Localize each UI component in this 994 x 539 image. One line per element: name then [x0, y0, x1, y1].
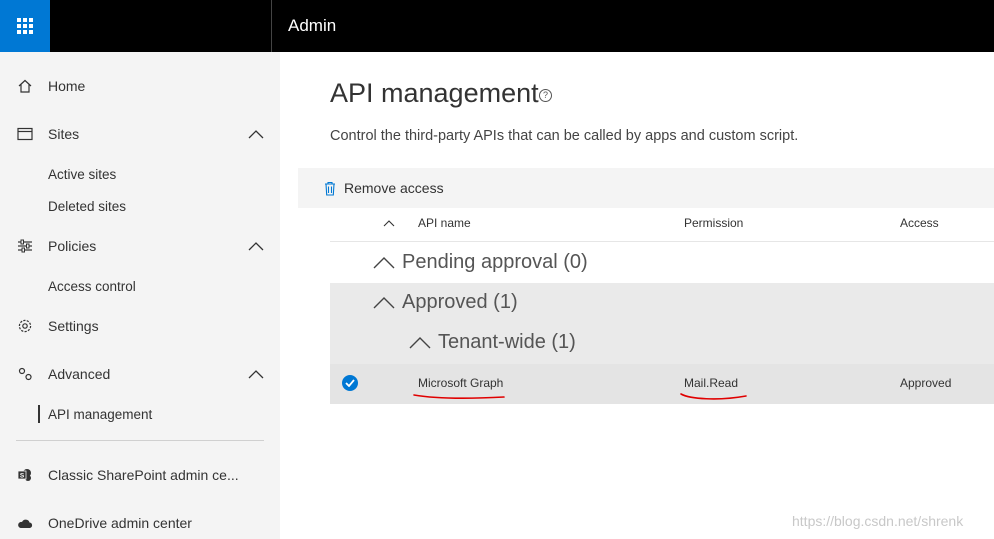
- group-label: Approved (1): [402, 291, 518, 313]
- group-label: Pending approval (0): [402, 251, 588, 273]
- sidebar-item-label: Advanced: [48, 366, 111, 382]
- sidebar-item-label: Settings: [48, 318, 99, 334]
- command-bar: Remove access: [298, 168, 994, 208]
- collapse-all-chevron-icon[interactable]: [382, 218, 396, 228]
- chevron-up-icon: [373, 256, 395, 268]
- column-header-permission[interactable]: Permission: [684, 216, 743, 230]
- remove-access-button[interactable]: Remove access: [324, 178, 444, 198]
- sidebar-item-deleted-sites[interactable]: Deleted sites: [0, 192, 280, 220]
- group-label: Tenant-wide (1): [438, 331, 576, 353]
- app-title[interactable]: Admin: [288, 16, 336, 36]
- sidebar-item-label: Home: [48, 78, 86, 94]
- sidebar-item-label: Classic SharePoint admin ce...: [48, 467, 239, 483]
- red-underline-annotation: [680, 393, 747, 400]
- sidebar-item-access-control[interactable]: Access control: [0, 272, 280, 300]
- cell-access: Approved: [900, 376, 952, 390]
- red-underline-annotation: [413, 394, 505, 400]
- group-tenant-wide[interactable]: Tenant-wide (1): [408, 331, 576, 354]
- onedrive-icon: [16, 514, 34, 532]
- advanced-icon: [16, 365, 34, 383]
- chevron-up-icon: [409, 336, 431, 348]
- sidebar-item-sites[interactable]: Sites: [0, 118, 280, 150]
- sites-icon: [16, 125, 34, 143]
- sidebar-item-active-sites[interactable]: Active sites: [0, 160, 280, 188]
- sidebar-item-policies[interactable]: Policies: [0, 230, 280, 262]
- chevron-up-icon: [373, 296, 395, 308]
- sidebar-item-label: Access control: [48, 278, 136, 294]
- sidebar-item-settings[interactable]: Settings: [0, 310, 280, 342]
- chevron-up-icon[interactable]: [246, 127, 266, 141]
- row-checkbox[interactable]: [342, 375, 358, 391]
- watermark: https://blog.csdn.net/shrenk: [792, 513, 964, 529]
- active-indicator: [38, 405, 40, 423]
- group-approved[interactable]: Approved (1): [372, 291, 518, 314]
- policies-icon: [16, 237, 34, 255]
- sidebar-item-onedrive[interactable]: OneDrive admin center: [0, 507, 280, 539]
- sidebar-item-label: API management: [48, 406, 153, 422]
- sidebar-item-advanced[interactable]: Advanced: [0, 358, 280, 390]
- sidebar-item-api-management[interactable]: API management: [0, 400, 280, 428]
- waffle-icon: [17, 18, 33, 34]
- sidebar-item-classic-sharepoint[interactable]: S Classic SharePoint admin ce...: [0, 459, 280, 491]
- sharepoint-icon: S: [16, 466, 34, 484]
- home-icon: [16, 77, 34, 95]
- sidebar-item-home[interactable]: Home: [0, 70, 280, 102]
- help-icon[interactable]: ?: [539, 89, 552, 102]
- trash-icon: [325, 181, 335, 196]
- sidebar-item-label: Sites: [48, 126, 80, 142]
- column-header-access[interactable]: Access: [900, 216, 939, 230]
- top-bar: Admin: [0, 0, 994, 52]
- sidebar-item-label: Active sites: [48, 166, 117, 182]
- app-launcher-button[interactable]: [0, 0, 50, 52]
- sidebar-item-label: Policies: [48, 238, 97, 254]
- column-header-api-name[interactable]: API name: [418, 216, 471, 230]
- cell-permission: Mail.Read: [684, 376, 739, 390]
- remove-access-label: Remove access: [344, 180, 444, 196]
- gear-icon: [16, 317, 34, 335]
- group-pending-approval[interactable]: Pending approval (0): [372, 251, 588, 274]
- svg-text:S: S: [20, 473, 25, 480]
- sidebar-item-label: Deleted sites: [48, 198, 127, 214]
- header-divider: [330, 241, 994, 242]
- cell-api-name[interactable]: Microsoft Graph: [418, 376, 503, 390]
- chevron-up-icon[interactable]: [246, 367, 266, 381]
- page-title: API management: [330, 78, 539, 108]
- checkmark-icon: [345, 379, 355, 387]
- sidebar-item-label: OneDrive admin center: [48, 515, 192, 531]
- top-bar-divider: [271, 0, 272, 52]
- page-description: Control the third-party APIs that can be…: [330, 128, 799, 144]
- sidebar: Home Sites Active sites Deleted sites Po…: [0, 52, 280, 539]
- chevron-up-icon[interactable]: [246, 239, 266, 253]
- sidebar-divider: [16, 440, 264, 441]
